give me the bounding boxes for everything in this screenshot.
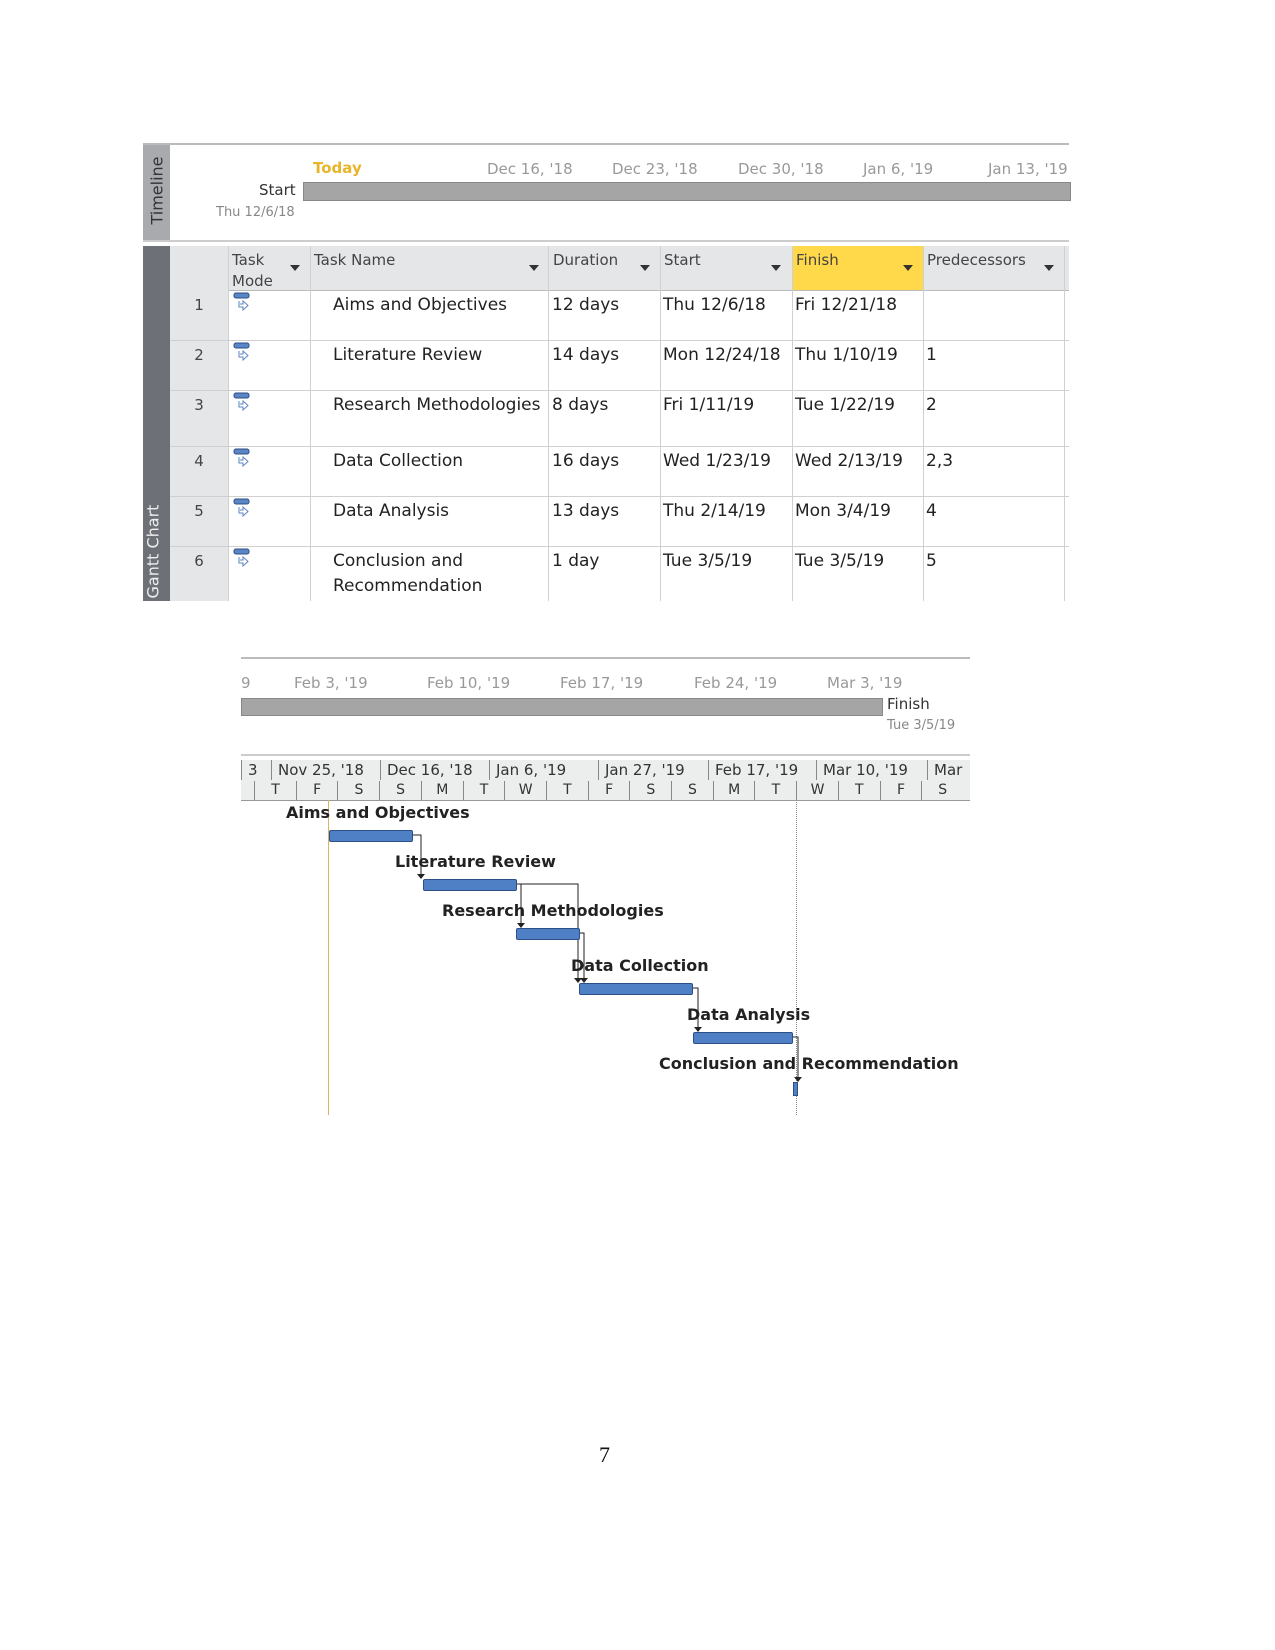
gantt-bar-data-collection[interactable] [579,983,693,995]
bar-label: Literature Review [395,852,556,871]
gantt-bar-conclusion[interactable] [793,1082,798,1096]
page-number: 7 [599,1442,610,1467]
bar-label: Research Methodologies [442,901,664,920]
gantt-bar-research[interactable] [516,928,580,940]
gantt-bar-aims[interactable] [329,830,413,842]
bar-label: Conclusion and Recommendation [659,1054,959,1073]
bar-label: Data Collection [571,956,709,975]
bar-label: Aims and Objectives [286,803,470,822]
gantt-bar-data-analysis[interactable] [693,1032,793,1044]
document-page: Timeline Today Start Thu 12/6/18 Dec 16,… [0,0,1275,1650]
dependency-links [411,834,802,1082]
gantt-bar-literature[interactable] [423,879,517,891]
bar-label: Data Analysis [687,1005,811,1024]
